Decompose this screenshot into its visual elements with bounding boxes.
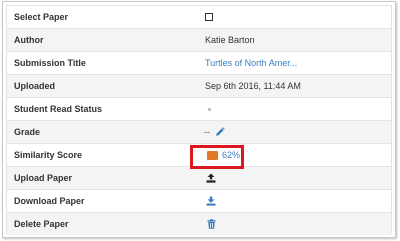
select-paper-label: Select Paper <box>14 12 69 22</box>
similarity-score-label: Similarity Score <box>14 150 83 160</box>
upload-icon[interactable] <box>206 173 216 183</box>
paper-details-panel: Select Paper Author Katie Barton Submiss… <box>2 1 396 238</box>
student-read-status-label: Student Read Status <box>14 104 103 114</box>
upload-paper-label: Upload Paper <box>14 173 73 183</box>
read-status-indicator <box>208 108 211 111</box>
row-upload-paper: Upload Paper <box>7 167 391 190</box>
row-student-read-status: Student Read Status <box>7 98 391 121</box>
row-delete-paper: Delete Paper <box>7 213 391 235</box>
submission-title-label: Submission Title <box>14 58 86 68</box>
row-download-paper: Download Paper <box>7 190 391 213</box>
pencil-icon[interactable] <box>215 127 225 137</box>
delete-paper-label: Delete Paper <box>14 219 69 229</box>
author-value: Katie Barton <box>205 35 255 45</box>
download-paper-label: Download Paper <box>14 196 85 206</box>
submission-title-link[interactable]: Turtles of North Amer... <box>205 52 297 74</box>
trash-icon[interactable] <box>207 219 216 229</box>
grade-value: -- <box>204 127 210 137</box>
grade-label: Grade <box>14 127 41 137</box>
uploaded-label: Uploaded <box>14 81 56 91</box>
row-author: Author Katie Barton <box>7 29 391 52</box>
row-grade: Grade -- <box>7 121 391 144</box>
similarity-score-highlight <box>190 145 244 169</box>
row-uploaded: Uploaded Sep 6th 2016, 11:44 AM <box>7 75 391 98</box>
download-icon[interactable] <box>206 196 216 206</box>
uploaded-value: Sep 6th 2016, 11:44 AM <box>205 81 301 91</box>
paper-details-table: Select Paper Author Katie Barton Submiss… <box>6 5 392 235</box>
select-paper-checkbox[interactable] <box>205 13 213 21</box>
row-submission-title: Submission Title Turtles of North Amer..… <box>7 52 391 75</box>
row-select-paper: Select Paper <box>7 6 391 29</box>
author-label: Author <box>14 35 44 45</box>
